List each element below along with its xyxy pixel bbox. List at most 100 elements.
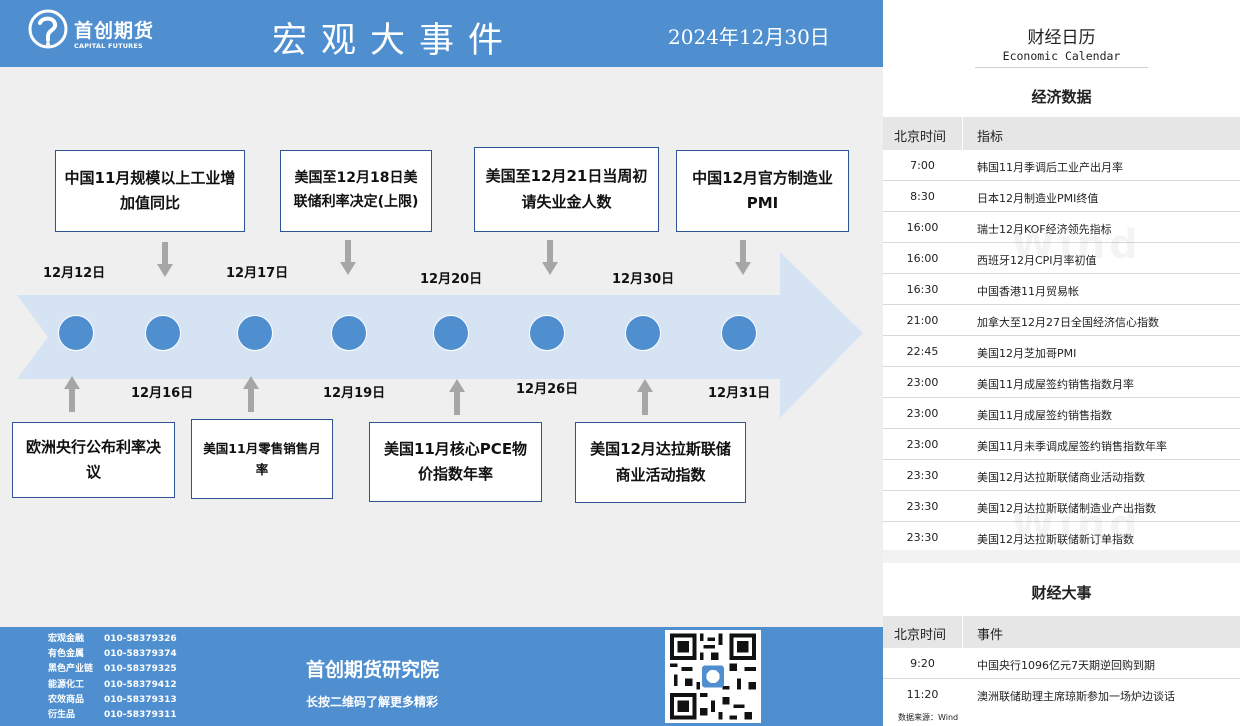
calendar-title: 财经日历 — [1027, 28, 1096, 48]
row-time: 11:20 — [906, 688, 939, 701]
contact-dept: 宏观金融 — [48, 634, 85, 644]
qr-slogan: 长按二维码了解更多精彩 — [306, 695, 439, 709]
event-box-bottom: 美国11月零售销售月率 — [191, 419, 333, 499]
economic-calendar-panel: 财经日历 Economic Calendar 经济数据 北京时间 指标 7:00… — [883, 0, 1240, 726]
row-time: 21:00 — [906, 314, 939, 327]
table-row: 9:20 中国央行1096亿元7天期逆回购到期 — [883, 648, 1240, 679]
calendar-subtitle: Economic Calendar — [1002, 49, 1121, 63]
row-item: 美国12月达拉斯联储商业活动指数 — [977, 471, 1145, 484]
logo-name: 首创期货 — [74, 20, 155, 42]
row-item: 韩国11月季调后工业产出月率 — [977, 161, 1123, 174]
row-time: 23:00 — [906, 407, 939, 420]
report-date: 2024年12月30日 — [668, 25, 830, 49]
event-box-top: 中国12月官方制造业PMI — [676, 150, 849, 232]
event-text: 美国至12月18日美联储利率决定(上限) — [293, 170, 419, 210]
economic-data-table: 7:00 韩国11月季调后工业产出月率 8:30 日本12月制造业PMI终值 16:… — [883, 150, 1240, 550]
page-title: 宏观大事件 — [272, 21, 518, 61]
row-time: 8:30 — [910, 190, 935, 203]
event-box-bottom: 美国11月核心PCE物价指数年率 — [369, 422, 542, 502]
arrow-down-icon — [157, 242, 173, 277]
event-box-bottom: 欧洲央行公布利率决议 — [12, 422, 175, 498]
row-time: 7:00 — [910, 159, 935, 172]
section-title: 财经大事 — [1031, 584, 1092, 602]
logo-mark-icon — [28, 9, 68, 49]
logo-english-name: CAPITAL FUTURES — [74, 42, 143, 50]
column-header-item: 事件 — [977, 628, 1004, 643]
row-time: 16:30 — [906, 283, 939, 296]
arrow-up-icon — [64, 376, 80, 412]
contact-phone: 010-58379374 — [104, 649, 177, 660]
contact-dept: 衍生品 — [48, 709, 76, 720]
header-bar: 首创期货 CAPITAL FUTURES 宏观大事件 2024年12月30日 — [0, 0, 883, 67]
table-row: 8:30 日本12月制造业PMI终值 — [883, 181, 1240, 212]
table-row: 11:20 澳洲联储助理主席琼斯参加一场炉边谈话 — [883, 679, 1240, 710]
contact-row: 衍生品 010-58379311 — [48, 707, 177, 722]
row-item: 美国12月芝加哥PMI — [977, 347, 1077, 360]
macro-events-panel: 首创期货 CAPITAL FUTURES 宏观大事件 2024年12月30日 1… — [0, 0, 883, 726]
date-label: 12月16日 — [131, 386, 194, 401]
timeline-dot — [237, 315, 273, 351]
row-time: 23:00 — [906, 438, 939, 451]
event-box-bottom: 美国12月达拉斯联储商业活动指数 — [575, 422, 746, 503]
date-label: 12月31日 — [708, 386, 771, 401]
column-divider — [962, 616, 963, 648]
event-text: 美国至12月21日当周初请失业金人数 — [485, 167, 648, 211]
event-box-top: 美国至12月18日美联储利率决定(上限) — [280, 150, 432, 232]
arrow-down-icon — [542, 240, 558, 275]
event-text: 美国11月核心PCE物价指数年率 — [383, 439, 528, 484]
timeline-dot — [58, 315, 94, 351]
data-source-note: 数据来源：Wind — [898, 713, 959, 722]
row-item: 加拿大至12月27日全国经济信心指数 — [977, 316, 1159, 329]
date-label: 12月26日 — [516, 382, 579, 397]
watermark: Wind — [1011, 222, 1142, 268]
contact-dept: 黑色产业链 — [48, 664, 94, 675]
contact-dept: 有色金属 — [48, 649, 85, 660]
timeline-dot — [721, 315, 757, 351]
contact-phone: 010-58379325 — [104, 664, 177, 675]
timeline-dot — [433, 315, 469, 351]
timeline-dot — [529, 315, 565, 351]
table-row: 7:00 韩国11月季调后工业产出月率 — [883, 150, 1240, 181]
contact-row: 农效商品 010-58379313 — [48, 692, 177, 707]
contact-row: 黑色产业链 010-58379325 — [48, 661, 177, 676]
arrow-up-icon — [243, 376, 259, 412]
table-header: 北京时间 事件 — [883, 616, 1240, 648]
column-header-time: 北京时间 — [894, 130, 947, 145]
row-item: 日本12月制造业PMI终值 — [977, 192, 1099, 205]
date-label: 12月19日 — [323, 386, 386, 401]
column-divider — [962, 117, 963, 150]
contact-list: 宏观金融 010-58379326 有色金属 010-58379374 黑色产业链 0… — [48, 631, 177, 722]
event-text: 美国12月达拉斯联储商业活动指数 — [590, 440, 731, 484]
event-box-top: 中国11月规模以上工业增加值同比 — [55, 150, 245, 232]
event-text: 中国11月规模以上工业增加值同比 — [64, 168, 236, 213]
section-title: 经济数据 — [1031, 88, 1092, 106]
date-label: 12月12日 — [43, 266, 106, 281]
column-header-item: 指标 — [977, 130, 1004, 145]
contact-phone: 010-58379313 — [104, 694, 177, 705]
arrow-down-icon — [735, 240, 751, 275]
row-time: 9:20 — [910, 657, 935, 670]
arrow-down-icon — [340, 240, 356, 275]
event-text: 欧洲央行公布利率决议 — [25, 437, 161, 482]
table-header: 北京时间 指标 — [883, 117, 1240, 150]
divider — [975, 67, 1148, 68]
watermark: Wind — [1011, 502, 1142, 548]
contact-phone: 010-58379326 — [104, 634, 177, 644]
row-time: 23:30 — [906, 500, 939, 513]
event-box-top: 美国至12月21日当周初请失业金人数 — [474, 147, 659, 232]
row-time: 16:00 — [906, 252, 939, 265]
timeline-dot — [625, 315, 661, 351]
institute-name: 首创期货研究院 — [306, 659, 440, 681]
table-row: 23:00 美国11月成屋签约销售指数 — [883, 398, 1240, 429]
row-time: 16:00 — [906, 221, 939, 234]
contact-row: 能源化工 010-58379412 — [48, 677, 177, 692]
row-item: 中国香港11月贸易帐 — [977, 285, 1079, 298]
timeline-dot — [331, 315, 367, 351]
qr-code-icon[interactable] — [665, 630, 761, 723]
table-row: 23:00 美国11月成屋签约销售指数月率 — [883, 367, 1240, 398]
date-label: 12月17日 — [226, 266, 289, 281]
event-text: 中国12月官方制造业PMI — [692, 168, 833, 213]
row-time: 23:30 — [906, 469, 939, 482]
footer-bar: 宏观金融 010-58379326 有色金属 010-58379374 黑色产业链 0… — [0, 627, 883, 726]
contact-dept: 能源化工 — [48, 679, 85, 690]
